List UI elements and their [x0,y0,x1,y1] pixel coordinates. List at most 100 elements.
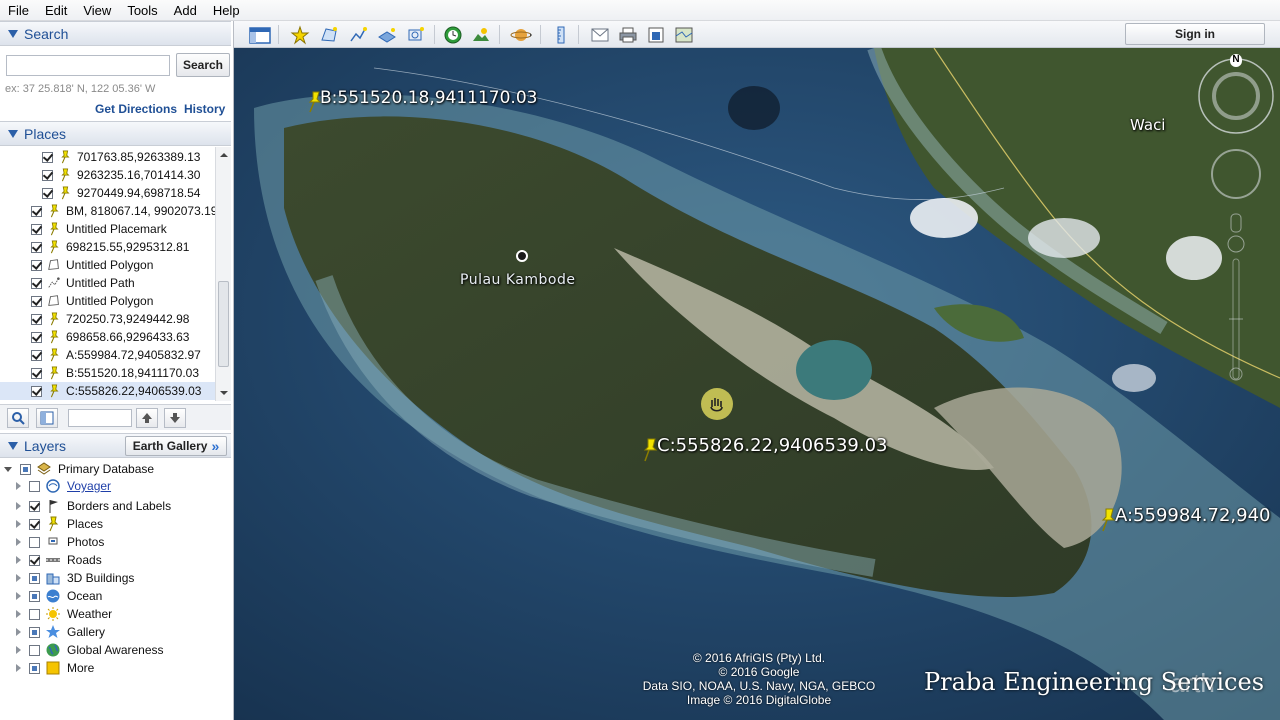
place-checkbox[interactable] [31,277,42,289]
placemark-a-label[interactable]: A:559984.72,940 [1115,505,1270,526]
hide-sidebar-button[interactable] [248,24,272,45]
expand-triangle-icon[interactable] [16,482,21,490]
layer-checkbox[interactable] [29,608,40,620]
sign-in-button[interactable]: Sign in [1125,23,1265,45]
earth-gallery-button[interactable]: Earth Gallery » [125,436,227,456]
location-marker-icon[interactable] [515,249,529,263]
layer-item[interactable]: Ocean [16,587,244,605]
email-button[interactable] [588,24,612,45]
layer-checkbox[interactable] [29,572,40,584]
layer-item[interactable]: More [16,659,244,677]
print-button[interactable] [616,24,640,45]
expand-triangle-icon[interactable] [16,538,21,546]
place-item[interactable]: 701763.85,9263389.13 [0,148,215,166]
move-down-button[interactable] [164,408,186,428]
layer-checkbox[interactable] [29,554,40,566]
toggle-panel-button[interactable] [36,408,58,428]
add-path-button[interactable] [346,24,370,45]
menu-add[interactable]: Add [166,0,205,20]
placemark-b-label[interactable]: B:551520.18,9411170.03 [320,88,537,108]
place-checkbox[interactable] [31,313,42,325]
expand-triangle-icon[interactable] [16,520,21,528]
layer-checkbox[interactable] [29,590,40,602]
place-item[interactable]: Untitled Path [0,274,215,292]
place-checkbox[interactable] [42,151,53,163]
add-polygon-button[interactable] [317,24,341,45]
layer-checkbox[interactable] [29,662,40,674]
place-item[interactable]: A:559984.72,9405832.97 [0,346,215,364]
place-item[interactable]: 698658.66,9296433.63 [0,328,215,346]
layer-label[interactable]: Voyager [67,479,111,493]
layer-checkbox[interactable] [29,518,40,530]
get-directions-link[interactable]: Get Directions [95,102,177,116]
place-checkbox[interactable] [31,241,42,253]
place-item[interactable]: 698215.55,9295312.81 [0,238,215,256]
menu-view[interactable]: View [75,0,119,20]
record-tour-button[interactable] [404,24,428,45]
layer-item[interactable]: Global Awareness [16,641,244,659]
layer-checkbox[interactable] [29,626,40,638]
view-in-maps-button[interactable] [672,24,696,45]
map-view[interactable]: Pulau Kambode Waci B:551520.18,9411170.0… [234,48,1280,720]
layer-item[interactable]: Photos [16,533,244,551]
layer-checkbox[interactable] [29,536,40,548]
search-places-button[interactable] [7,408,29,428]
layer-item[interactable]: 3D Buildings [16,569,244,587]
place-checkbox[interactable] [31,223,42,235]
places-scrollbar[interactable] [215,147,231,401]
history-link[interactable]: History [184,102,225,116]
place-item[interactable]: C:555826.22,9406539.03 [0,382,215,400]
add-placemark-button[interactable] [288,24,312,45]
place-item[interactable]: 9270449.94,698718.54 [0,184,215,202]
place-checkbox[interactable] [31,295,42,307]
place-checkbox[interactable] [31,385,42,397]
layer-item[interactable]: Primary Database [4,460,232,478]
compass-north-icon[interactable]: N [1230,54,1242,67]
expand-triangle-icon[interactable] [16,502,21,510]
place-item[interactable]: Untitled Placemark [0,220,215,238]
expand-triangle-icon[interactable] [16,664,21,672]
place-checkbox[interactable] [31,367,42,379]
scroll-down-icon[interactable] [217,388,231,398]
place-item[interactable]: B:551520.18,9411170.03 [0,364,215,382]
place-checkbox[interactable] [31,349,42,361]
expand-triangle-icon[interactable] [16,574,21,582]
expand-triangle-icon[interactable] [16,646,21,654]
layer-item[interactable]: Places [16,515,244,533]
place-item[interactable]: Untitled Polygon [0,292,215,310]
layer-checkbox[interactable] [29,644,40,656]
move-up-button[interactable] [136,408,158,428]
layer-checkbox[interactable] [20,463,31,475]
menu-help[interactable]: Help [205,0,248,20]
search-section-header[interactable]: Search [0,21,231,46]
place-item[interactable]: BM, 818067.14, 9902073.19 [0,202,217,220]
place-checkbox[interactable] [31,259,42,271]
navigation-controls[interactable] [1196,54,1276,384]
scroll-thumb[interactable] [218,281,229,367]
layer-item[interactable]: Borders and Labels [16,497,244,515]
expand-triangle-icon[interactable] [16,556,21,564]
historical-imagery-button[interactable] [441,24,465,45]
expand-triangle-icon[interactable] [16,592,21,600]
expand-triangle-icon[interactable] [16,628,21,636]
place-checkbox[interactable] [42,187,53,199]
expand-triangle-icon[interactable] [16,610,21,618]
sunlight-button[interactable] [469,24,493,45]
layer-item[interactable]: Roads [16,551,244,569]
layers-section-header[interactable]: Layers Earth Gallery » [0,433,231,458]
placemark-c-label[interactable]: C:555826.22,9406539.03 [657,435,887,456]
switch-planet-button[interactable] [510,24,534,45]
layer-checkbox[interactable] [29,500,40,512]
places-section-header[interactable]: Places [0,121,231,146]
layer-item[interactable]: Voyager [16,477,244,495]
place-item[interactable]: 720250.73,9249442.98 [0,310,215,328]
scroll-up-icon[interactable] [217,150,231,160]
place-checkbox[interactable] [31,331,42,343]
add-image-overlay-button[interactable] [375,24,399,45]
place-item[interactable]: Untitled Polygon [0,256,215,274]
menu-edit[interactable]: Edit [37,0,75,20]
ruler-button[interactable] [549,24,573,45]
menu-tools[interactable]: Tools [119,0,165,20]
search-button[interactable]: Search [176,53,230,77]
layer-checkbox[interactable] [29,480,40,492]
